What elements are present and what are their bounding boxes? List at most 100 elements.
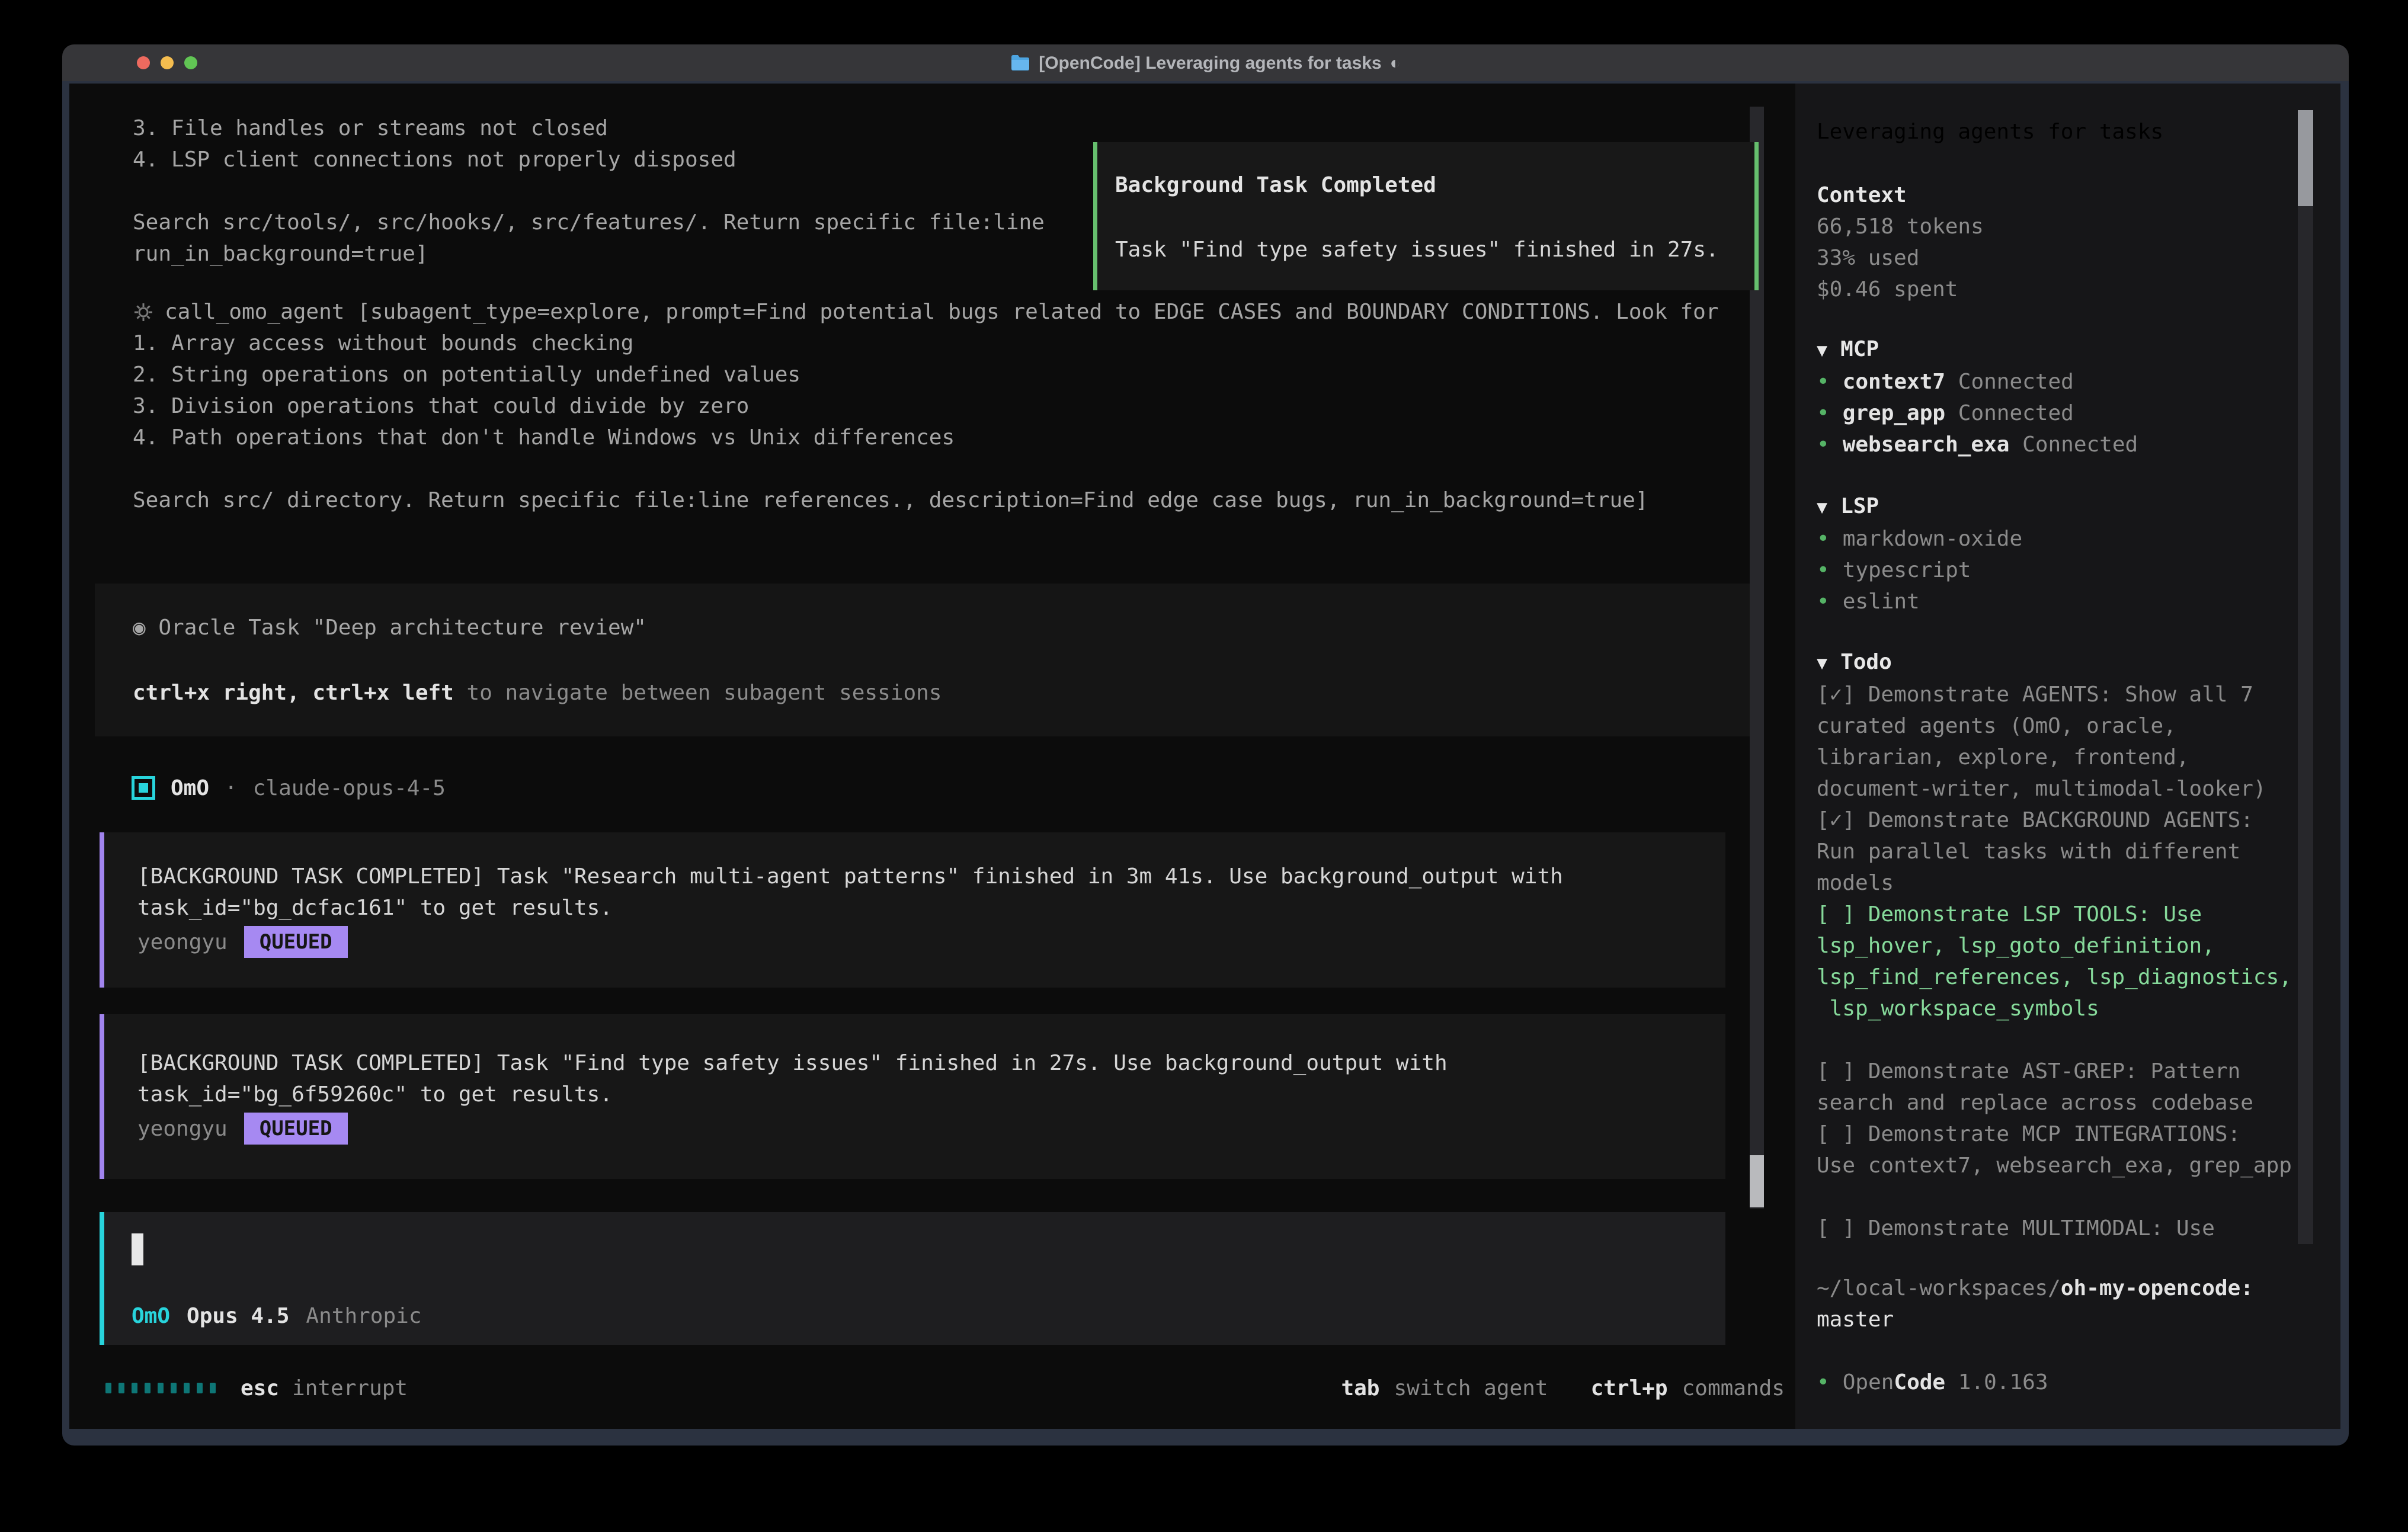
todo-line-done: [✓] Demonstrate AGENTS: Show all 7 <box>1817 679 2308 710</box>
oracle-task-title: ◉ Oracle Task "Deep architecture review" <box>133 612 1759 643</box>
main-scrollbar-thumb[interactable] <box>1750 1155 1764 1207</box>
todo-section: ▼Todo [✓] Demonstrate AGENTS: Show all 7… <box>1817 646 2308 1244</box>
todo-line-pending: [ ] Demonstrate MULTIMODAL: Use <box>1817 1213 2308 1244</box>
todo-line-pending: [ ] Demonstrate AST-GREP: Pattern <box>1817 1056 2308 1087</box>
status-dot-icon: • <box>1817 401 1830 425</box>
background-task-message: [BACKGROUND TASK COMPLETED] Task "Resear… <box>100 832 1725 988</box>
todo-line-active: lsp_find_references, lsp_diagnostics, <box>1817 961 2308 993</box>
agent-model: claude-opus-4-5 <box>253 773 446 804</box>
collapse-triangle-icon: ▼ <box>1817 653 1827 674</box>
gear-icon <box>133 302 154 323</box>
version-line: •OpenCode 1.0.163 <box>1817 1367 2308 1398</box>
mcp-header[interactable]: ▼MCP <box>1817 334 2308 366</box>
todo-line-done: models <box>1817 867 2308 899</box>
tool-call-line: 1. Array access without bounds checking <box>133 328 1719 359</box>
esc-key-hint: esc <box>241 1373 279 1404</box>
minimize-button[interactable] <box>161 56 174 69</box>
todo-header[interactable]: ▼Todo <box>1817 646 2308 679</box>
half-moon-icon: ◐ <box>1390 47 1401 79</box>
sidebar-scrollbar-track[interactable] <box>2298 206 2313 1244</box>
lsp-header[interactable]: ▼LSP <box>1817 491 2308 523</box>
toast-title: Background Task Completed <box>1115 169 1754 201</box>
workspace-path: ~/local-workspaces/oh-my-opencode: maste… <box>1817 1273 2308 1335</box>
fisheye-icon: ◉ <box>133 616 146 640</box>
sidebar-scrollbar-thumb[interactable] <box>2298 110 2313 206</box>
app-version-number: 1.0.163 <box>1958 1370 2048 1395</box>
working-spinner <box>105 1383 216 1393</box>
queued-status-badge: QUEUED <box>244 926 348 958</box>
todo-line-pending: [ ] Demonstrate MCP INTEGRATIONS: <box>1817 1118 2308 1150</box>
git-branch: master <box>1817 1304 2308 1335</box>
message-line: task_id="bg_6f59260c" to get results. <box>137 1079 1725 1110</box>
status-dot-icon: • <box>1817 370 1830 394</box>
tool-call-line: 4. Path operations that don't handle Win… <box>133 422 1719 453</box>
toast-body: Task "Find type safety issues" finished … <box>1115 234 1754 265</box>
context-section: Context 66,518 tokens 33% used $0.46 spe… <box>1817 180 2308 305</box>
tool-call-line: call_omo_agent [subagent_type=explore, p… <box>165 296 1719 328</box>
oracle-navigation-hint: ctrl+x right, ctrl+x left to navigate be… <box>133 677 1759 709</box>
todo-line-done: [✓] Demonstrate BACKGROUND AGENTS: <box>1817 805 2308 836</box>
message-author: yeongyu <box>137 927 228 958</box>
background-task-toast[interactable]: Background Task Completed Task "Find typ… <box>1093 142 1759 290</box>
workspace-repo-name: oh-my-opencode: <box>2061 1276 2253 1300</box>
scrollback-line: 3. File handles or streams not closed <box>133 113 1045 144</box>
tool-call-block: call_omo_agent [subagent_type=explore, p… <box>133 296 1719 516</box>
lsp-item: •typescript <box>1817 555 2308 586</box>
close-button[interactable] <box>137 56 150 69</box>
input-agent-label: OmO <box>132 1300 170 1332</box>
session-title: Leveraging agents for tasks <box>1817 116 2308 148</box>
todo-line-done: document-writer, multimodal-looker) <box>1817 773 2308 805</box>
scrollback-line: Search src/tools/, src/hooks/, src/featu… <box>133 207 1045 238</box>
tool-call-line: 2. String operations on potentially unde… <box>133 359 1719 390</box>
context-spent: $0.46 spent <box>1817 274 2308 305</box>
window-title: [OpenCode] Leveraging agents for tasks <box>1039 47 1381 79</box>
oracle-task-box: ◉ Oracle Task "Deep architecture review"… <box>95 584 1759 736</box>
status-dot-icon: • <box>1817 432 1830 457</box>
tool-call-line <box>133 453 1719 485</box>
tool-call-line: Search src/ directory. Return specific f… <box>133 485 1719 516</box>
tool-call-line: 3. Division operations that could divide… <box>133 390 1719 422</box>
scrollback-text: 3. File handles or streams not closed 4.… <box>133 113 1045 270</box>
agent-name: OmO <box>171 773 209 804</box>
window-frame-bottom <box>62 1429 2349 1446</box>
message-author: yeongyu <box>137 1113 228 1145</box>
scrollback-line: run_in_background=true] <box>133 238 1045 270</box>
scrollback-line: 4. LSP client connections not properly d… <box>133 144 1045 175</box>
ctrlp-key-hint: ctrl+p <box>1591 1373 1668 1404</box>
status-dot-icon: • <box>1817 1370 1830 1395</box>
todo-line-done: curated agents (OmO, oracle, <box>1817 710 2308 742</box>
mcp-item: •grep_app Connected <box>1817 398 2308 429</box>
scrollback-line <box>133 175 1045 207</box>
mcp-section: ▼MCP •context7 Connected •grep_app Conne… <box>1817 334 2308 460</box>
context-header: Context <box>1817 180 2308 211</box>
todo-line-active: lsp_workspace_symbols <box>1817 993 2308 1024</box>
esc-key-label: interrupt <box>292 1373 408 1404</box>
window-titlebar: [OpenCode] Leveraging agents for tasks ◐ <box>62 44 2349 81</box>
workspace-path-prefix: ~/local-workspaces/ <box>1817 1276 2061 1300</box>
tab-key-label: switch agent <box>1394 1373 1548 1404</box>
status-dot-icon: • <box>1817 527 1830 551</box>
zoom-button[interactable] <box>184 56 197 69</box>
message-line: task_id="bg_dcfac161" to get results. <box>137 892 1725 924</box>
input-model-label: Opus 4.5 <box>187 1300 289 1332</box>
background-task-message: [BACKGROUND TASK COMPLETED] Task "Find t… <box>100 1014 1725 1179</box>
text-cursor <box>132 1233 143 1265</box>
lsp-item: •eslint <box>1817 586 2308 617</box>
lsp-section: ▼LSP •markdown-oxide •typescript •eslint <box>1817 491 2308 617</box>
context-used: 33% used <box>1817 242 2308 274</box>
mcp-item: •context7 Connected <box>1817 366 2308 398</box>
collapse-triangle-icon: ▼ <box>1817 340 1827 361</box>
window-frame-left <box>62 84 69 1429</box>
app-name-bold: Code <box>1894 1370 1945 1395</box>
agent-separator: · <box>225 773 238 804</box>
queued-status-badge: QUEUED <box>244 1113 348 1145</box>
agent-header-line: OmO · claude-opus-4-5 <box>132 770 446 806</box>
message-line: [BACKGROUND TASK COMPLETED] Task "Resear… <box>137 861 1725 892</box>
statusbar-right: tab switch agent ctrl+p commands <box>1341 1373 1785 1403</box>
ctrlp-key-label: commands <box>1682 1373 1785 1404</box>
message-line: [BACKGROUND TASK COMPLETED] Task "Find t… <box>137 1047 1725 1079</box>
prompt-input[interactable]: OmO Opus 4.5 Anthropic <box>100 1212 1725 1345</box>
window-title-row: [OpenCode] Leveraging agents for tasks ◐ <box>1010 47 1401 79</box>
screenshot-root: [OpenCode] Leveraging agents for tasks ◐… <box>0 0 2408 1532</box>
omo-agent-icon <box>132 776 155 800</box>
